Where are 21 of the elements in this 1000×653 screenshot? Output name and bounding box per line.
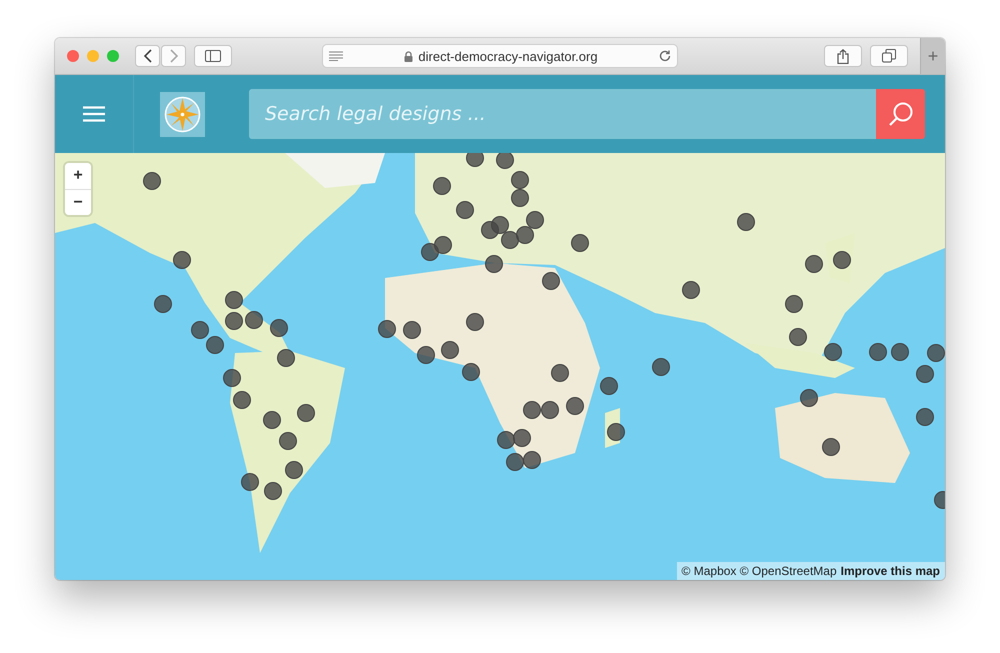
improve-map-link[interactable]: Improve this map [840, 564, 940, 578]
url-text: direct-democracy-navigator.org [418, 48, 598, 64]
attribution-text: © Mapbox © OpenStreetMap [682, 564, 837, 578]
sidebar-button[interactable] [194, 45, 232, 67]
lock-icon [404, 50, 414, 62]
back-button[interactable] [135, 45, 160, 67]
search-button[interactable] [876, 89, 925, 139]
zoom-out-button[interactable]: − [65, 189, 91, 215]
address-bar[interactable]: direct-democracy-navigator.org [322, 44, 678, 68]
share-icon [837, 48, 849, 64]
tabs-icon [882, 49, 896, 63]
reader-icon[interactable] [329, 51, 343, 61]
share-button[interactable] [824, 45, 862, 67]
search-icon [888, 101, 914, 127]
reload-icon[interactable] [659, 50, 671, 62]
search-field[interactable]: Search legal designs ... [249, 89, 876, 139]
menu-icon[interactable] [83, 106, 105, 122]
tabs-button[interactable] [870, 45, 908, 67]
back-chevron-icon [142, 49, 152, 63]
forward-chevron-icon [168, 49, 178, 63]
sidebar-icon [205, 50, 221, 62]
